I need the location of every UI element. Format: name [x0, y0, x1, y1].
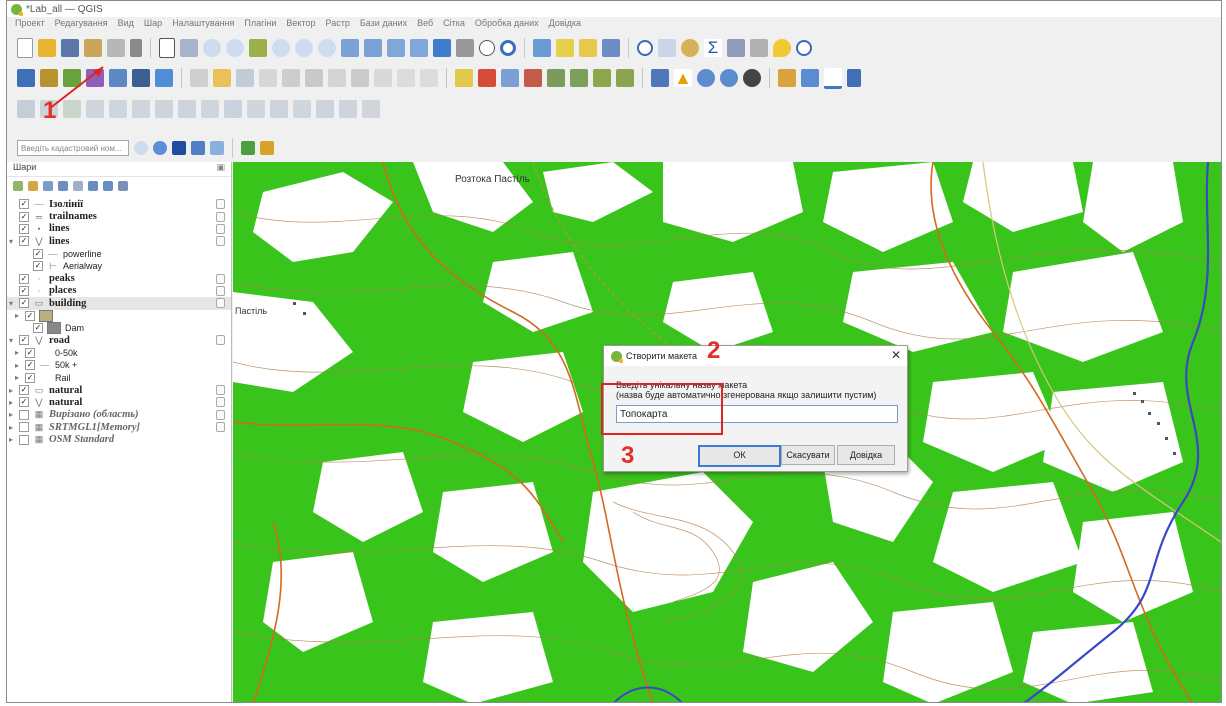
- close-icon[interactable]: ✕: [891, 348, 901, 362]
- dialog-title-bar: Створити макета: [604, 346, 907, 366]
- ok-button[interactable]: ОК: [698, 445, 781, 467]
- qgis-logo-icon: [611, 350, 623, 363]
- annotation-arrow: [48, 66, 104, 110]
- annotation-step-1: 1: [43, 97, 57, 124]
- annotation-arrowhead: [93, 67, 103, 77]
- dialog-title: Створити макета: [626, 351, 697, 361]
- help-button[interactable]: Довідка: [837, 445, 895, 465]
- annotation-step-3: 3: [621, 442, 635, 469]
- annotation-step-2: 2: [707, 337, 721, 364]
- annotation-highlight-box: [601, 383, 723, 435]
- cancel-button[interactable]: Скасувати: [781, 445, 835, 465]
- qgis-window: *Lab_all — QGIS Проект Редагування Вид Шар Н…: [6, 0, 1222, 703]
